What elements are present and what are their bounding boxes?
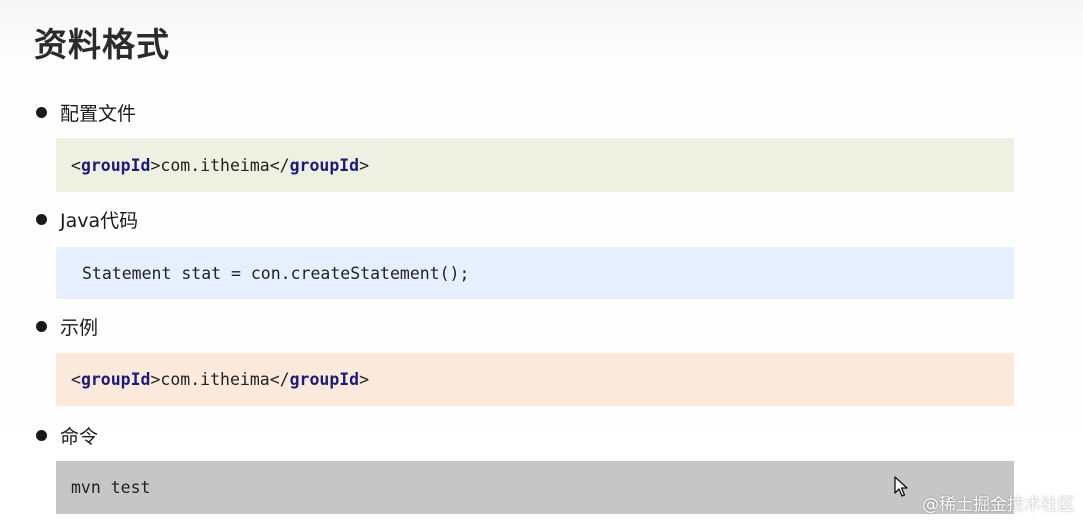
code-lt: < bbox=[71, 155, 81, 175]
code-lt-close: </ bbox=[269, 370, 290, 389]
bullet-dot-icon bbox=[36, 107, 47, 118]
code-block-java: Statement stat = con.createStatement(); bbox=[56, 247, 1014, 299]
code-text: com.itheima bbox=[160, 370, 270, 389]
bullet-item-example: 示例 bbox=[36, 313, 98, 340]
code-tag-close: groupId bbox=[289, 370, 360, 389]
code-gt-close: > bbox=[359, 370, 370, 389]
code-gt: > bbox=[150, 370, 161, 389]
bullet-dot-icon bbox=[36, 214, 47, 225]
watermark-text: @稀土掘金技术社区 bbox=[922, 495, 1075, 515]
code-tag-open: groupId bbox=[80, 370, 151, 389]
code-text: com.itheima bbox=[160, 155, 270, 175]
bullet-dot-icon bbox=[36, 430, 47, 441]
code-block-command: mvn test bbox=[56, 461, 1014, 514]
bullet-dot-icon bbox=[36, 321, 47, 332]
code-tag-close: groupId bbox=[289, 155, 360, 175]
bullet-label-config: 配置文件 bbox=[60, 103, 137, 125]
code-block-example: < groupId > com.itheima </groupId > bbox=[56, 353, 1014, 406]
bullet-label-java: Java代码 bbox=[60, 210, 139, 232]
code-tag-open: groupId bbox=[80, 155, 151, 175]
code-java-statement: Statement stat = con.createStatement(); bbox=[82, 263, 470, 283]
code-lt-close: </ bbox=[269, 155, 290, 175]
page-title: 资料格式 bbox=[34, 25, 170, 64]
bullet-item-config: 配置文件 bbox=[36, 99, 136, 126]
bullet-label-example: 示例 bbox=[60, 317, 99, 339]
code-block-config: < groupId > com.itheima </groupId > bbox=[56, 138, 1014, 192]
code-gt-close: > bbox=[359, 155, 370, 175]
bullet-label-command: 命令 bbox=[60, 426, 99, 448]
bullet-item-command: 命令 bbox=[36, 422, 98, 449]
code-command: mvn test bbox=[71, 478, 151, 497]
code-lt: < bbox=[71, 370, 81, 389]
bullet-item-java: Java代码 bbox=[36, 206, 138, 233]
mouse-pointer-icon bbox=[894, 476, 908, 497]
code-gt: > bbox=[150, 155, 161, 175]
